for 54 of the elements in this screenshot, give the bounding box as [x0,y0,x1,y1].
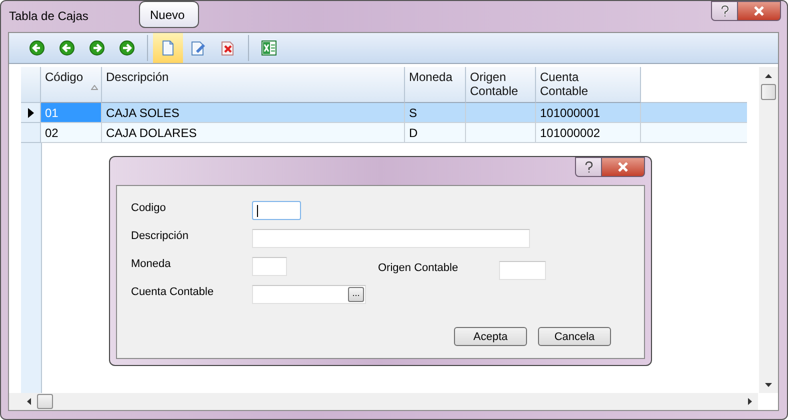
scroll-thumb[interactable] [37,394,53,409]
delete-document-icon [220,40,236,56]
table-cell: S [405,103,466,123]
horizontal-scrollbar[interactable] [9,393,758,410]
field-label: Moneda [131,257,172,270]
help-button[interactable] [575,157,602,177]
close-icon [753,6,765,16]
sort-ascending-icon [91,85,98,90]
field-label: Codigo [131,201,167,214]
close-icon [617,162,629,172]
column-header[interactable]: Código [41,67,102,103]
dialog-button[interactable]: Acepta [454,327,527,346]
dialog-button[interactable]: Cancela [538,327,611,346]
right-arrow-icon [89,40,105,56]
vertical-scrollbar[interactable] [759,67,778,393]
table-cell: 101000002 [536,123,641,143]
table-cell [466,103,536,123]
column-header[interactable]: Moneda [405,67,466,103]
table-cell: 01 [41,103,102,123]
new-document-icon [160,40,176,56]
table-cell: 101000001 [536,103,641,123]
close-button[interactable] [738,1,781,21]
scroll-thumb[interactable] [761,84,776,100]
browse-button[interactable]: ... [348,287,364,302]
current-row-icon [28,108,34,118]
edit-document-icon [190,40,206,56]
table-cell: 02 [41,123,102,143]
column-header[interactable]: Origen Contable [466,67,536,103]
column-header[interactable]: Cuenta Contable [536,67,641,103]
input-field[interactable] [252,229,530,248]
spreadsheet-icon [261,40,277,56]
help-icon [584,161,594,173]
table-cell [466,123,536,143]
left-arrow-icon [59,40,75,56]
field-label: Descripción [131,229,190,242]
input-field[interactable] [252,257,287,276]
input-field[interactable] [499,261,546,280]
field-label: Origen Contable [378,261,460,274]
header-corner [21,67,41,103]
help-button[interactable] [711,1,738,21]
row-header[interactable] [21,103,41,123]
input-field[interactable]: ... [252,285,366,304]
table-cell: D [405,123,466,143]
right-arrow-icon [119,40,135,56]
window-title: Tabla de Cajas [9,9,88,23]
column-header[interactable]: Descripción [102,67,405,103]
field-label: Cuenta Contable [131,285,215,298]
close-button[interactable] [602,157,645,177]
table-cell: CAJA SOLES [102,103,405,123]
tooltip: Nuevo [139,1,199,28]
input-field[interactable] [252,201,301,220]
toolbar-button[interactable] [153,33,183,63]
help-icon [720,5,730,17]
table-cell: CAJA DOLARES [102,123,405,143]
